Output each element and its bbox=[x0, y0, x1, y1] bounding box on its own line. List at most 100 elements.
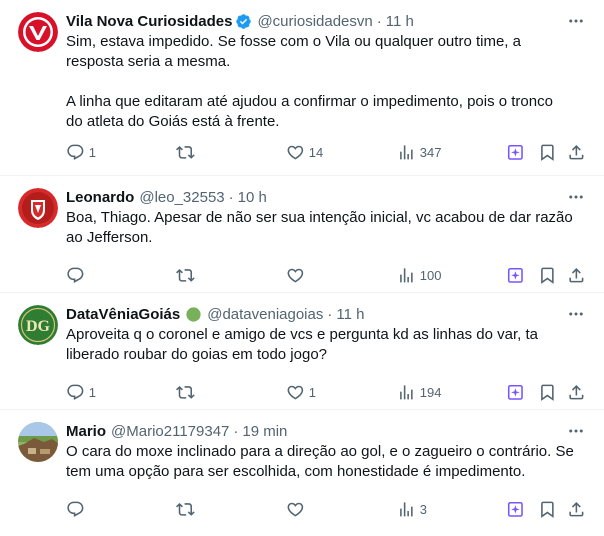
share-button[interactable] bbox=[567, 499, 586, 519]
tweet-text: Sim, estava impedido. Se fosse com o Vil… bbox=[66, 33, 553, 130]
analytics-icon bbox=[400, 501, 413, 517]
like-button[interactable]: 14 bbox=[286, 142, 323, 162]
bookmark-button[interactable] bbox=[538, 382, 557, 402]
action-bar: 1 14 347 bbox=[66, 142, 588, 162]
like-count: 14 bbox=[308, 144, 324, 160]
grok-sparkle-icon bbox=[507, 144, 523, 160]
svg-text:DG: DG bbox=[26, 318, 51, 335]
heart-icon bbox=[287, 145, 304, 160]
avatar[interactable]: DG bbox=[18, 305, 58, 345]
tweet-text: Boa, Thiago. Apesar de não ser sua inten… bbox=[66, 209, 573, 246]
action-bar: 1 1 194 bbox=[66, 382, 588, 402]
author-name[interactable]: Leonardo bbox=[66, 189, 134, 206]
bookmark-icon bbox=[541, 501, 554, 518]
verified-badge-icon bbox=[235, 13, 252, 30]
heart-icon bbox=[287, 502, 304, 517]
retweet-icon bbox=[176, 385, 195, 399]
retweet-button[interactable] bbox=[176, 142, 199, 162]
analytics-icon bbox=[400, 144, 413, 160]
like-count: 1 bbox=[308, 384, 316, 400]
like-button[interactable]: 1 bbox=[286, 382, 316, 402]
tweet[interactable]: DG DataVêniaGoiás @dataveniagoias · 11 h… bbox=[0, 293, 604, 410]
retweet-button[interactable] bbox=[176, 499, 199, 519]
author-name[interactable]: DataVêniaGoiás bbox=[66, 306, 180, 323]
reply-icon bbox=[67, 384, 84, 400]
avatar[interactable] bbox=[18, 422, 58, 462]
timestamp[interactable]: 10 h bbox=[238, 189, 267, 206]
reply-count: 1 bbox=[88, 144, 96, 160]
share-button[interactable] bbox=[567, 382, 586, 402]
separator-dot: · bbox=[376, 12, 382, 30]
tweet[interactable]: Leonardo @leo_32553 · 10 h Boa, Thiago. … bbox=[0, 176, 604, 293]
grok-sparkle-icon bbox=[507, 501, 523, 517]
grok-button[interactable] bbox=[506, 265, 525, 285]
share-button[interactable] bbox=[567, 142, 586, 162]
author-handle[interactable]: @dataveniagoias bbox=[207, 306, 323, 323]
grok-sparkle-icon bbox=[507, 267, 523, 283]
share-button[interactable] bbox=[567, 265, 586, 285]
reply-button[interactable] bbox=[66, 265, 89, 285]
heart-icon bbox=[287, 385, 304, 400]
retweet-icon bbox=[176, 502, 195, 516]
retweet-icon bbox=[176, 268, 195, 282]
reply-button[interactable] bbox=[66, 499, 89, 519]
separator-dot: · bbox=[233, 422, 239, 440]
author-name[interactable]: Vila Nova Curiosidades bbox=[66, 13, 232, 30]
retweet-button[interactable] bbox=[176, 265, 199, 285]
analytics-icon bbox=[400, 267, 413, 283]
reply-button[interactable]: 1 bbox=[66, 382, 96, 402]
grok-sparkle-icon bbox=[507, 384, 523, 400]
bookmark-icon bbox=[541, 267, 554, 284]
author-handle[interactable]: @leo_32553 bbox=[139, 189, 224, 206]
tweet[interactable]: Vila Nova Curiosidades @curiosidadesvn ·… bbox=[0, 0, 604, 176]
views-count: 347 bbox=[419, 144, 442, 160]
like-button[interactable] bbox=[286, 499, 309, 519]
more-options-icon[interactable] bbox=[566, 12, 586, 30]
views-count: 3 bbox=[419, 501, 427, 517]
retweet-button[interactable] bbox=[176, 382, 199, 402]
views-button[interactable]: 194 bbox=[397, 382, 441, 402]
timestamp[interactable]: 11 h bbox=[386, 13, 414, 30]
heart-icon bbox=[287, 268, 304, 283]
like-button[interactable] bbox=[286, 265, 309, 285]
timestamp[interactable]: 19 min bbox=[242, 423, 287, 440]
green-circle-emoji-icon bbox=[185, 306, 202, 323]
avatar[interactable] bbox=[18, 188, 58, 228]
action-bar: 100 bbox=[66, 265, 588, 285]
author-handle[interactable]: @Mario21179347 bbox=[111, 423, 229, 440]
timestamp[interactable]: 11 h bbox=[336, 306, 364, 323]
reply-icon bbox=[67, 267, 84, 283]
bookmark-icon bbox=[541, 144, 554, 161]
reply-button[interactable]: 1 bbox=[66, 142, 96, 162]
author-name[interactable]: Mario bbox=[66, 423, 106, 440]
bookmark-button[interactable] bbox=[538, 265, 557, 285]
grok-button[interactable] bbox=[506, 499, 525, 519]
views-button[interactable]: 100 bbox=[397, 265, 441, 285]
analytics-icon bbox=[400, 384, 413, 400]
share-icon bbox=[569, 267, 584, 283]
tweet-text: O cara do moxe inclinado para a direção … bbox=[66, 443, 574, 480]
separator-dot: · bbox=[327, 305, 333, 323]
share-icon bbox=[569, 384, 584, 400]
bookmark-icon bbox=[541, 384, 554, 401]
more-options-icon[interactable] bbox=[566, 422, 586, 440]
views-button[interactable]: 3 bbox=[397, 499, 427, 519]
bookmark-button[interactable] bbox=[538, 142, 557, 162]
grok-button[interactable] bbox=[506, 142, 525, 162]
more-options-icon[interactable] bbox=[566, 305, 586, 323]
tweet-text: Aproveita q o coronel e amigo de vcs e p… bbox=[66, 326, 538, 363]
reply-icon bbox=[67, 144, 84, 160]
avatar[interactable] bbox=[18, 12, 58, 52]
share-icon bbox=[569, 144, 584, 160]
views-count: 194 bbox=[419, 384, 442, 400]
reply-icon bbox=[67, 501, 84, 517]
author-handle[interactable]: @curiosidadesvn bbox=[257, 13, 372, 30]
bookmark-button[interactable] bbox=[538, 499, 557, 519]
separator-dot: · bbox=[228, 188, 234, 206]
retweet-icon bbox=[176, 145, 195, 159]
views-button[interactable]: 347 bbox=[397, 142, 441, 162]
views-count: 100 bbox=[419, 267, 442, 283]
tweet[interactable]: Mario @Mario21179347 · 19 min O cara do … bbox=[0, 410, 604, 536]
grok-button[interactable] bbox=[506, 382, 525, 402]
more-options-icon[interactable] bbox=[566, 188, 586, 206]
